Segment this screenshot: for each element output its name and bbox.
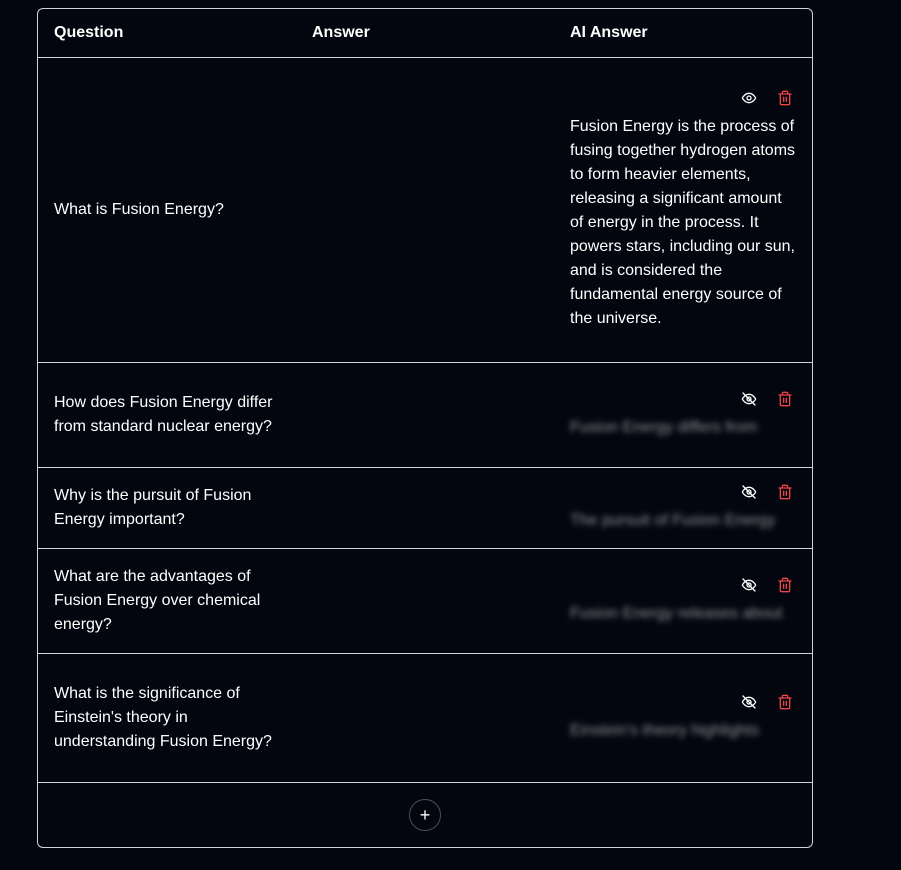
ai-answer-cell: Fusion Energy releases about bbox=[554, 549, 812, 653]
trash-icon[interactable] bbox=[776, 390, 794, 408]
table-row: What are the advantages of Fusion Energy… bbox=[38, 549, 812, 654]
row-actions bbox=[570, 693, 796, 711]
eye-off-icon[interactable] bbox=[740, 390, 758, 408]
trash-icon[interactable] bbox=[776, 89, 794, 107]
question-cell: What is the significance of Einstein's t… bbox=[54, 685, 272, 750]
table-row: Why is the pursuit of Fusion Energy impo… bbox=[38, 468, 812, 549]
ai-answer-text: Fusion Energy is the process of fusing t… bbox=[570, 118, 796, 327]
eye-off-icon[interactable] bbox=[740, 693, 758, 711]
answer-cell[interactable] bbox=[296, 58, 554, 362]
row-actions bbox=[570, 390, 796, 408]
ai-answer-cell: Fusion Energy differs from bbox=[554, 363, 812, 467]
plus-icon: + bbox=[419, 804, 431, 825]
table-row: How does Fusion Energy differ from stand… bbox=[38, 363, 812, 468]
trash-icon[interactable] bbox=[776, 576, 794, 594]
add-row-container: + bbox=[38, 783, 812, 847]
trash-icon[interactable] bbox=[776, 483, 794, 501]
column-header-question: Question bbox=[54, 24, 124, 41]
ai-answer-text-hidden: Fusion Energy differs from bbox=[570, 419, 758, 436]
table-row: What is the significance of Einstein's t… bbox=[38, 654, 812, 783]
row-actions bbox=[570, 89, 796, 107]
column-header-answer: Answer bbox=[312, 24, 370, 41]
eye-off-icon[interactable] bbox=[740, 576, 758, 594]
answer-cell[interactable] bbox=[296, 549, 554, 653]
eye-off-icon[interactable] bbox=[740, 483, 758, 501]
row-actions bbox=[570, 483, 796, 501]
ai-answer-text-hidden: Einstein's theory highlights bbox=[570, 722, 759, 739]
question-cell: How does Fusion Energy differ from stand… bbox=[54, 394, 273, 435]
eye-icon[interactable] bbox=[740, 89, 758, 107]
trash-icon[interactable] bbox=[776, 693, 794, 711]
ai-answer-text-hidden: The pursuit of Fusion Energy bbox=[570, 512, 776, 529]
ai-answer-text-hidden: Fusion Energy releases about bbox=[570, 605, 783, 622]
ai-answer-cell: The pursuit of Fusion Energy bbox=[554, 468, 812, 548]
qa-table: Question Answer AI Answer What is Fusion… bbox=[37, 8, 813, 848]
answer-cell[interactable] bbox=[296, 468, 554, 548]
answer-cell[interactable] bbox=[296, 363, 554, 467]
row-actions bbox=[570, 576, 796, 594]
answer-cell[interactable] bbox=[296, 654, 554, 782]
question-cell: Why is the pursuit of Fusion Energy impo… bbox=[54, 487, 252, 528]
add-row-button[interactable]: + bbox=[409, 799, 441, 831]
question-cell: What is Fusion Energy? bbox=[54, 201, 224, 218]
ai-answer-cell: Einstein's theory highlights bbox=[554, 654, 812, 782]
table-header: Question Answer AI Answer bbox=[38, 9, 812, 58]
ai-answer-cell: Fusion Energy is the process of fusing t… bbox=[554, 58, 812, 362]
question-cell: What are the advantages of Fusion Energy… bbox=[54, 568, 261, 633]
column-header-ai-answer: AI Answer bbox=[570, 24, 648, 41]
table-row: What is Fusion Energy? Fusion Energy is … bbox=[38, 58, 812, 363]
